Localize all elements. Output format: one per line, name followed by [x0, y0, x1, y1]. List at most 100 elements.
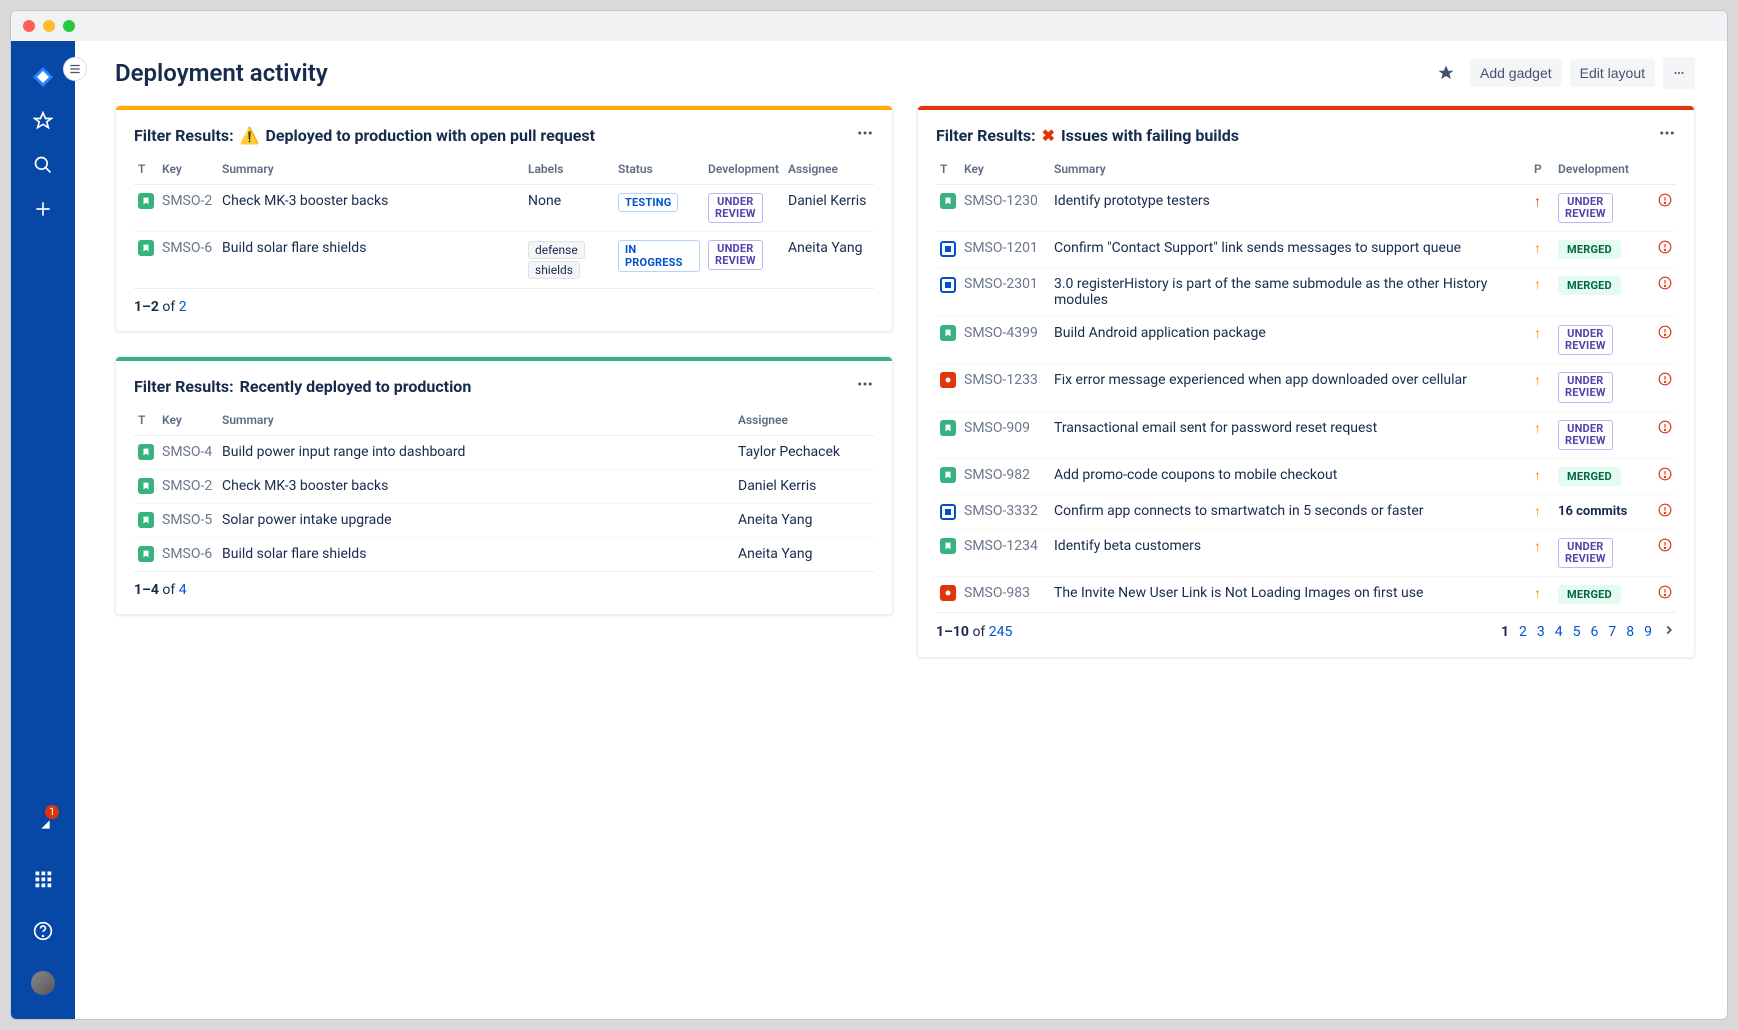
table-row[interactable]: SMSO-5Solar power intake upgradeAneita Y…: [134, 504, 874, 538]
table-row[interactable]: SMSO-983 The Invite New User Link is Not …: [936, 576, 1676, 612]
table-row[interactable]: SMSO-6 Build solar flare shields Aneita Ya…: [134, 538, 874, 572]
issue-key-link[interactable]: SMSO-1201: [964, 240, 1038, 256]
dev-status-badge[interactable]: MERGED: [1558, 467, 1621, 486]
table-row[interactable]: SMSO-6Build solar flare shieldsdefense s…: [134, 232, 874, 289]
issue-key-link[interactable]: SMSO-3332: [964, 503, 1038, 519]
app-switcher-icon[interactable]: [23, 859, 63, 899]
dev-status-badge[interactable]: MERGED: [1558, 276, 1621, 295]
issue-summary[interactable]: The Invite New User Link is Not Loading …: [1054, 585, 1423, 601]
product-logo-icon[interactable]: [23, 57, 63, 97]
panel-more-icon[interactable]: [856, 375, 874, 397]
pager-total-link[interactable]: 2: [179, 299, 187, 315]
issue-summary[interactable]: Build Android application package: [1054, 325, 1266, 341]
col-dev[interactable]: Development: [1554, 156, 1654, 185]
table-row[interactable]: SMSO-1230Identify prototype testers↑UNDE…: [936, 185, 1676, 232]
more-actions-button[interactable]: [1663, 57, 1695, 89]
issue-summary[interactable]: Check MK-3 booster backs: [222, 193, 388, 209]
table-row[interactable]: SMSO-2301 3.0 registerHistory is part of …: [936, 268, 1676, 317]
issue-summary[interactable]: Solar power intake upgrade: [222, 512, 392, 528]
issue-summary[interactable]: Check MK-3 booster backs: [222, 478, 388, 494]
issue-summary[interactable]: Identify prototype testers: [1054, 193, 1210, 209]
panel-more-icon[interactable]: [1658, 124, 1676, 146]
assignee-text[interactable]: Aneita Yang: [738, 546, 812, 562]
issue-key-link[interactable]: SMSO-6: [162, 546, 212, 562]
issue-summary[interactable]: Transactional email sent for password re…: [1054, 420, 1377, 436]
dev-status-badge[interactable]: UNDERREVIEW: [1558, 372, 1613, 402]
issue-key-link[interactable]: SMSO-982: [964, 467, 1030, 483]
dev-status-badge[interactable]: UNDERREVIEW: [1558, 538, 1613, 568]
dev-status-badge[interactable]: MERGED: [1558, 585, 1621, 604]
issue-key-link[interactable]: SMSO-2301: [964, 276, 1038, 292]
col-labels[interactable]: Labels: [524, 156, 614, 185]
add-gadget-button[interactable]: Add gadget: [1470, 59, 1562, 87]
page-number[interactable]: 4: [1555, 624, 1563, 640]
table-row[interactable]: SMSO-4399Build Android application packa…: [936, 317, 1676, 364]
edit-layout-button[interactable]: Edit layout: [1570, 59, 1655, 87]
chevron-right-icon[interactable]: [1662, 623, 1676, 641]
issue-summary[interactable]: Confirm "Contact Support" link sends mes…: [1054, 240, 1461, 256]
issue-key-link[interactable]: SMSO-1233: [964, 372, 1038, 388]
issue-key-link[interactable]: SMSO-1234: [964, 538, 1038, 554]
issue-summary[interactable]: Confirm app connects to smartwatch in 5 …: [1054, 503, 1424, 519]
table-row[interactable]: SMSO-909 Transactional email sent for pas…: [936, 411, 1676, 458]
pager-total-link[interactable]: 245: [989, 624, 1013, 640]
issue-key-link[interactable]: SMSO-983: [964, 585, 1030, 601]
page-number[interactable]: 5: [1573, 624, 1581, 640]
table-row[interactable]: SMSO-982 Add promo-code coupons to mobile…: [936, 458, 1676, 494]
assignee-text[interactable]: Daniel Kerris: [788, 193, 866, 209]
dev-status-badge[interactable]: UNDERREVIEW: [1558, 325, 1613, 355]
pager-total-link[interactable]: 4: [179, 582, 187, 598]
panel-more-icon[interactable]: [856, 124, 874, 146]
table-row[interactable]: SMSO-1233 Fix error message experienced w…: [936, 364, 1676, 411]
table-row[interactable]: SMSO-1234Identify beta customers↑UNDERRE…: [936, 529, 1676, 576]
col-key[interactable]: Key: [960, 156, 1050, 185]
assignee-text[interactable]: Taylor Pechacek: [738, 444, 840, 460]
status-badge[interactable]: TESTING: [618, 193, 678, 212]
issue-summary[interactable]: Fix error message experienced when app d…: [1054, 372, 1467, 388]
window-minimize-icon[interactable]: [43, 20, 55, 32]
issue-key-link[interactable]: SMSO-6: [162, 240, 212, 256]
table-row[interactable]: SMSO-1201 Confirm "Contact Support" link …: [936, 232, 1676, 268]
table-row[interactable]: SMSO-2Check MK-3 booster backsDaniel Ker…: [134, 470, 874, 504]
table-row[interactable]: SMSO-3332 Confirm app connects to smartwa…: [936, 494, 1676, 529]
issue-summary[interactable]: Build solar flare shields: [222, 546, 366, 562]
commits-text[interactable]: 16 commits: [1558, 504, 1627, 519]
assignee-text[interactable]: Aneita Yang: [788, 240, 862, 256]
col-assignee[interactable]: Assignee: [784, 156, 874, 185]
window-close-icon[interactable]: [23, 20, 35, 32]
issue-summary[interactable]: 3.0 registerHistory is part of the same …: [1054, 276, 1487, 308]
dev-status-badge[interactable]: UNDERREVIEW: [708, 240, 763, 270]
window-maximize-icon[interactable]: [63, 20, 75, 32]
label-chip[interactable]: defense: [528, 241, 585, 259]
col-type[interactable]: T: [936, 156, 960, 185]
dev-status-badge[interactable]: UNDERREVIEW: [708, 193, 763, 223]
col-summary[interactable]: Summary: [218, 407, 734, 436]
col-summary[interactable]: Summary: [1050, 156, 1530, 185]
star-icon[interactable]: [23, 101, 63, 141]
issue-summary[interactable]: Build solar flare shields: [222, 240, 366, 256]
issue-summary[interactable]: Build power input range into dashboard: [222, 444, 465, 460]
page-number[interactable]: 6: [1591, 624, 1599, 640]
issue-key-link[interactable]: SMSO-909: [964, 420, 1030, 436]
issue-summary[interactable]: Add promo-code coupons to mobile checkou…: [1054, 467, 1337, 483]
col-priority[interactable]: P: [1530, 156, 1554, 185]
page-number[interactable]: 3: [1537, 624, 1545, 640]
page-number[interactable]: 2: [1519, 624, 1527, 640]
status-badge[interactable]: IN PROGRESS: [618, 240, 700, 272]
table-row[interactable]: SMSO-4Build power input range into dashb…: [134, 436, 874, 470]
page-number[interactable]: 7: [1608, 624, 1616, 640]
col-summary[interactable]: Summary: [218, 156, 524, 185]
page-number[interactable]: 1: [1501, 624, 1509, 640]
assignee-text[interactable]: Daniel Kerris: [738, 478, 816, 494]
col-dev[interactable]: Development: [704, 156, 784, 185]
issue-key-link[interactable]: SMSO-1230: [964, 193, 1038, 209]
help-icon[interactable]: [23, 911, 63, 951]
page-number[interactable]: 8: [1626, 624, 1634, 640]
col-key[interactable]: Key: [158, 407, 218, 436]
col-type[interactable]: T: [134, 156, 158, 185]
dev-status-badge[interactable]: UNDERREVIEW: [1558, 420, 1613, 450]
favorite-star-icon[interactable]: [1430, 57, 1462, 89]
dev-status-badge[interactable]: UNDERREVIEW: [1558, 193, 1613, 223]
page-number[interactable]: 9: [1644, 624, 1652, 640]
create-icon[interactable]: [23, 189, 63, 229]
